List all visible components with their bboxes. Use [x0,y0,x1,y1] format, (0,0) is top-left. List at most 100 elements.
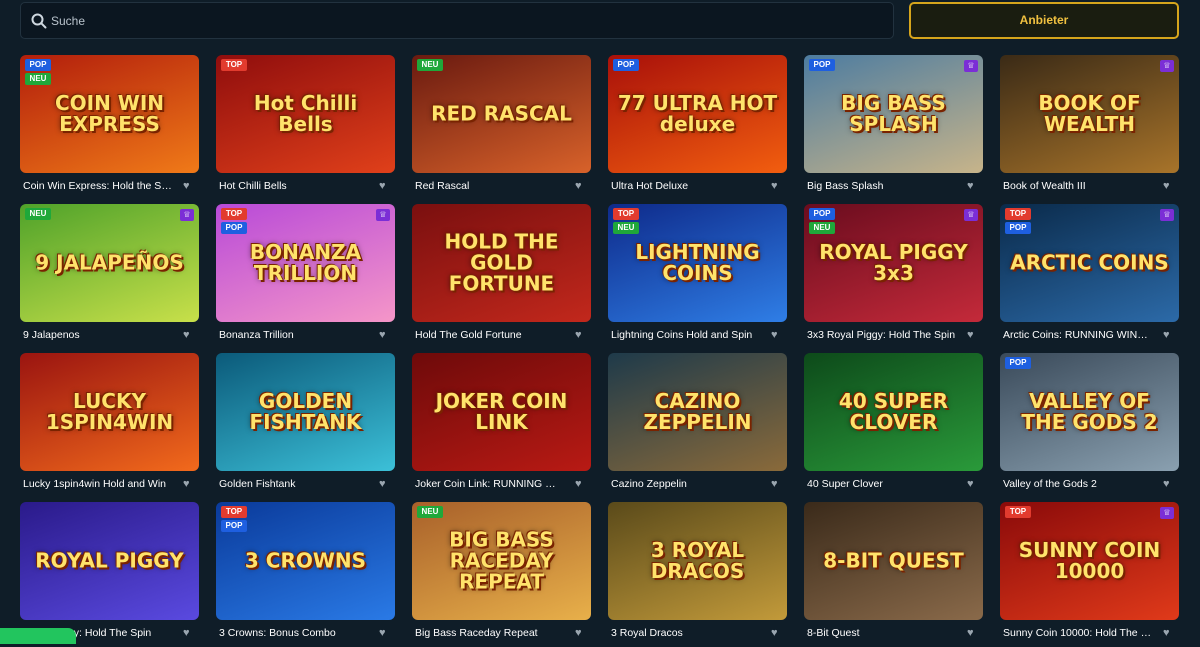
game-card[interactable]: LUCKY 1SPIN4WIN Lucky 1spin4win Hold and … [20,353,199,498]
game-title[interactable]: Cazino Zeppelin [611,478,761,490]
favorite-heart-icon[interactable]: ♥ [183,627,195,639]
game-thumbnail[interactable]: BOOK OF WEALTH ♕ [1000,55,1179,173]
favorite-heart-icon[interactable]: ♥ [379,180,391,192]
neu-badge: NEU [613,222,639,234]
game-card[interactable]: VALLEY OF THE GODS 2 POP Valley of the God… [1000,353,1179,498]
game-thumbnail[interactable]: 77 ULTRA HOT deluxe POP [608,55,787,173]
game-card[interactable]: 40 SUPER CLOVER 40 Super Clover ♥ [804,353,983,498]
favorite-heart-icon[interactable]: ♥ [1163,627,1175,639]
game-card[interactable]: SUNNY COIN 10000 TOP ♕ Sunny Coin 10000: Ho… [1000,502,1179,647]
favorite-heart-icon[interactable]: ♥ [575,478,587,490]
game-title[interactable]: 3 Royal Dracos [611,627,761,639]
game-thumbnail[interactable]: 8-BIT QUEST [804,502,983,620]
favorite-heart-icon[interactable]: ♥ [771,478,783,490]
game-title[interactable]: Golden Fishtank [219,478,369,490]
game-title[interactable]: Lightning Coins Hold and Spin [611,329,761,341]
game-card[interactable]: ROYAL PIGGY Royal Piggy: Hold The Spin ♥ [20,502,199,647]
favorite-heart-icon[interactable]: ♥ [575,627,587,639]
game-title[interactable]: Book of Wealth III [1003,180,1153,192]
game-thumbnail[interactable]: ROYAL PIGGY 3x3 POP NEU ♕ [804,204,983,322]
favorite-heart-icon[interactable]: ♥ [967,478,979,490]
favorite-heart-icon[interactable]: ♥ [379,627,391,639]
game-thumbnail[interactable]: ROYAL PIGGY [20,502,199,620]
game-title[interactable]: Red Rascal [415,180,565,192]
game-thumbnail[interactable]: BONANZA TRILLION TOP POP ♕ [216,204,395,322]
game-card[interactable]: 9 JALAPEÑOS NEU ♕ 9 Jalapenos ♥ [20,204,199,349]
game-card[interactable]: 3 ROYAL DRACOS 3 Royal Dracos ♥ [608,502,787,647]
game-card[interactable]: 3 CROWNS TOP POP 3 Crowns: Bonus Combo ♥ [216,502,395,647]
search-input[interactable] [51,3,871,38]
game-card[interactable]: BIG BASS SPLASH POP ♕ Big Bass Splash ♥ [804,55,983,200]
favorite-heart-icon[interactable]: ♥ [575,180,587,192]
game-card[interactable]: Hot Chilli Bells TOP Hot Chilli Bells ♥ [216,55,395,200]
game-thumbnail[interactable]: COIN WIN EXPRESS POP NEU [20,55,199,173]
game-thumbnail[interactable]: LUCKY 1SPIN4WIN [20,353,199,471]
game-thumbnail[interactable]: RED RASCAL NEU [412,55,591,173]
favorite-heart-icon[interactable]: ♥ [1163,329,1175,341]
game-title[interactable]: 3x3 Royal Piggy: Hold The Spin [807,329,957,341]
game-card[interactable]: 77 ULTRA HOT deluxe POP Ultra Hot Deluxe ♥ [608,55,787,200]
favorite-heart-icon[interactable]: ♥ [575,329,587,341]
game-card[interactable]: JOKER COIN LINK Joker Coin Link: RUNNING … [412,353,591,498]
favorite-heart-icon[interactable]: ♥ [183,478,195,490]
game-title[interactable]: Joker Coin Link: RUNNING WIN... [415,478,565,490]
game-card[interactable]: ARCTIC COINS TOP POP ♕ Arctic Coins: RUNNING… [1000,204,1179,349]
favorite-heart-icon[interactable]: ♥ [379,329,391,341]
game-title[interactable]: Hold The Gold Fortune [415,329,565,341]
game-title[interactable]: 9 Jalapenos [23,329,173,341]
favorite-heart-icon[interactable]: ♥ [771,329,783,341]
game-title[interactable]: Arctic Coins: RUNNING WINSTM [1003,329,1153,341]
favorite-heart-icon[interactable]: ♥ [183,329,195,341]
favorite-heart-icon[interactable]: ♥ [379,478,391,490]
game-card[interactable]: GOLDEN FISHTANK Golden Fishtank ♥ [216,353,395,498]
game-title[interactable]: 8-Bit Quest [807,627,957,639]
game-card[interactable]: COIN WIN EXPRESS POP NEU Coin Win Express: … [20,55,199,200]
favorite-heart-icon[interactable]: ♥ [1163,180,1175,192]
game-title[interactable]: Bonanza Trillion [219,329,369,341]
search-box[interactable] [20,2,894,39]
game-card[interactable]: BOOK OF WEALTH ♕ Book of Wealth III ♥ [1000,55,1179,200]
game-thumbnail[interactable]: 9 JALAPEÑOS NEU ♕ [20,204,199,322]
game-thumbnail[interactable]: GOLDEN FISHTANK [216,353,395,471]
game-card[interactable]: RED RASCAL NEU Red Rascal ♥ [412,55,591,200]
favorite-heart-icon[interactable]: ♥ [771,627,783,639]
favorite-heart-icon[interactable]: ♥ [967,180,979,192]
game-title[interactable]: Hot Chilli Bells [219,180,369,192]
game-title[interactable]: Valley of the Gods 2 [1003,478,1153,490]
chat-widget-tab[interactable] [0,628,76,644]
game-title[interactable]: Big Bass Splash [807,180,957,192]
game-title[interactable]: Coin Win Express: Hold the Spin [23,180,173,192]
game-title[interactable]: Sunny Coin 10000: Hold The S... [1003,627,1153,639]
game-thumbnail[interactable]: CAZINO ZEPPELIN [608,353,787,471]
provider-button[interactable]: Anbieter [909,2,1179,39]
favorite-heart-icon[interactable]: ♥ [183,180,195,192]
favorite-heart-icon[interactable]: ♥ [771,180,783,192]
game-title[interactable]: Lucky 1spin4win Hold and Win [23,478,173,490]
favorite-heart-icon[interactable]: ♥ [967,329,979,341]
game-thumbnail[interactable]: JOKER COIN LINK [412,353,591,471]
game-card[interactable]: LIGHTNING COINS TOP NEU Lightning Coins Hol… [608,204,787,349]
game-title[interactable]: Ultra Hot Deluxe [611,180,761,192]
game-thumbnail[interactable]: HOLD THE GOLD FORTUNE [412,204,591,322]
game-thumbnail[interactable]: ARCTIC COINS TOP POP ♕ [1000,204,1179,322]
favorite-heart-icon[interactable]: ♥ [967,627,979,639]
game-thumbnail[interactable]: BIG BASS RACEDAY REPEAT NEU [412,502,591,620]
game-title[interactable]: 3 Crowns: Bonus Combo [219,627,369,639]
game-card[interactable]: 8-BIT QUEST 8-Bit Quest ♥ [804,502,983,647]
game-thumbnail[interactable]: 3 ROYAL DRACOS [608,502,787,620]
game-card[interactable]: BONANZA TRILLION TOP POP ♕ Bonanza Trillion ♥ [216,204,395,349]
game-thumbnail[interactable]: LIGHTNING COINS TOP NEU [608,204,787,322]
game-thumbnail[interactable]: 3 CROWNS TOP POP [216,502,395,620]
favorite-heart-icon[interactable]: ♥ [1163,478,1175,490]
game-thumbnail[interactable]: VALLEY OF THE GODS 2 POP [1000,353,1179,471]
game-card[interactable]: ROYAL PIGGY 3x3 POP NEU ♕ 3x3 Royal Piggy: H… [804,204,983,349]
game-title[interactable]: 40 Super Clover [807,478,957,490]
game-thumbnail[interactable]: 40 SUPER CLOVER [804,353,983,471]
game-thumbnail[interactable]: BIG BASS SPLASH POP ♕ [804,55,983,173]
game-thumbnail[interactable]: Hot Chilli Bells TOP [216,55,395,173]
game-card[interactable]: BIG BASS RACEDAY REPEAT NEU Big Bass Raced… [412,502,591,647]
game-title[interactable]: Big Bass Raceday Repeat [415,627,565,639]
game-card[interactable]: HOLD THE GOLD FORTUNE Hold The Gold Fortu… [412,204,591,349]
game-thumbnail[interactable]: SUNNY COIN 10000 TOP ♕ [1000,502,1179,620]
game-card[interactable]: CAZINO ZEPPELIN Cazino Zeppelin ♥ [608,353,787,498]
